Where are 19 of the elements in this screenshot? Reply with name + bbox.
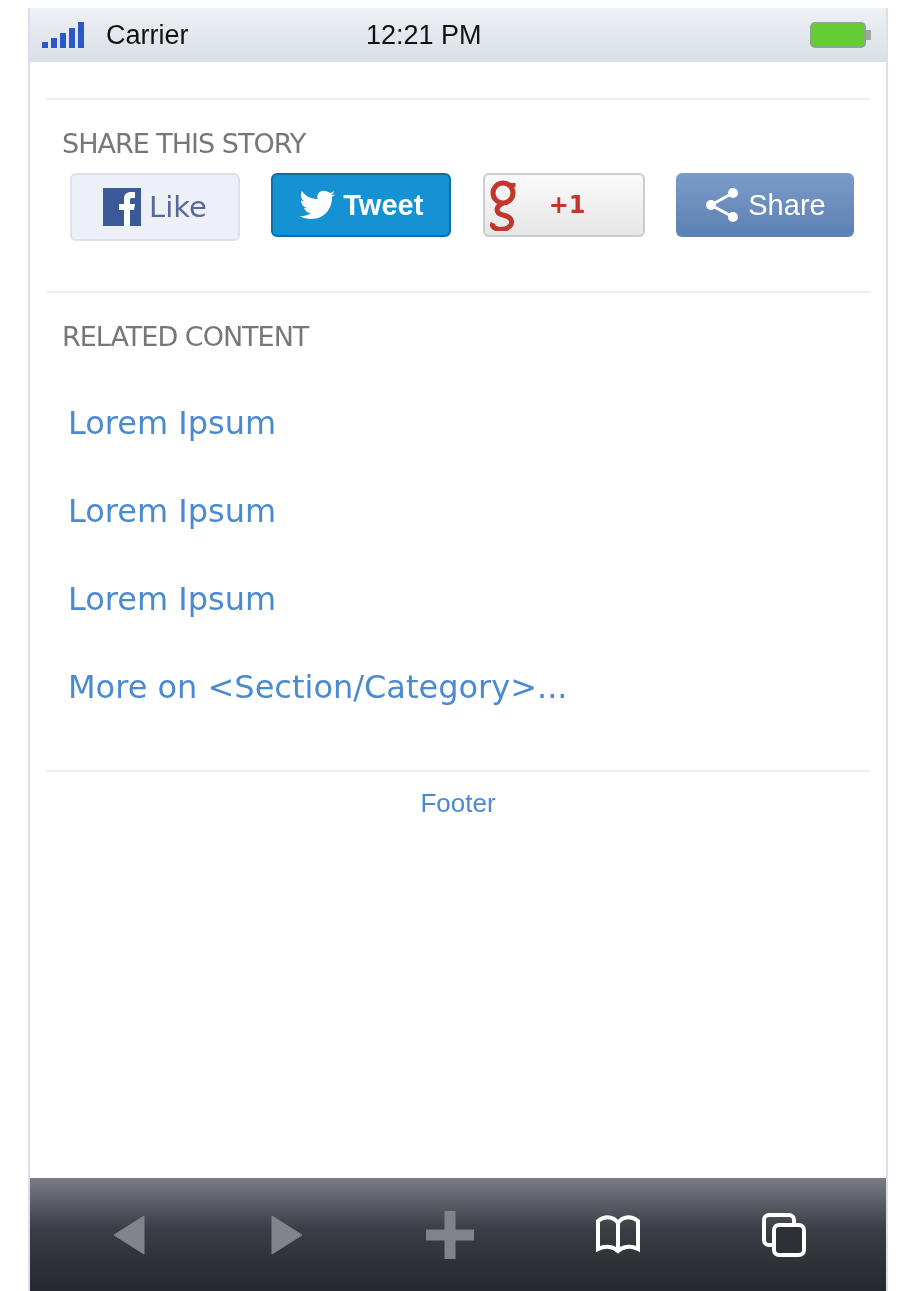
clock: 12:21 PM xyxy=(366,19,483,51)
g-logo-icon xyxy=(488,179,519,231)
like-button[interactable]: Like xyxy=(70,173,240,241)
related-link[interactable]: More on <Section/Category>... xyxy=(68,668,870,706)
related-link[interactable]: Lorem Ipsum xyxy=(68,492,870,530)
related-link[interactable]: Lorem Ipsum xyxy=(68,580,870,618)
plus-one-button[interactable]: +1 xyxy=(482,173,645,237)
battery-icon xyxy=(810,22,872,48)
tweet-button[interactable]: Tweet xyxy=(271,173,452,237)
f-logo-icon xyxy=(103,188,142,226)
bird-icon xyxy=(299,190,336,220)
section-heading: RELATED CONTENT xyxy=(62,321,310,352)
footer-text: Footer xyxy=(420,788,496,818)
carrier-name: Carrier xyxy=(106,19,190,51)
section-heading: SHARE THIS STORY xyxy=(62,128,307,159)
share-button[interactable]: Share xyxy=(676,173,854,237)
tabs-button[interactable] xyxy=(762,1212,806,1257)
related-link[interactable]: Lorem Ipsum xyxy=(68,404,870,442)
share-icon xyxy=(704,187,741,223)
